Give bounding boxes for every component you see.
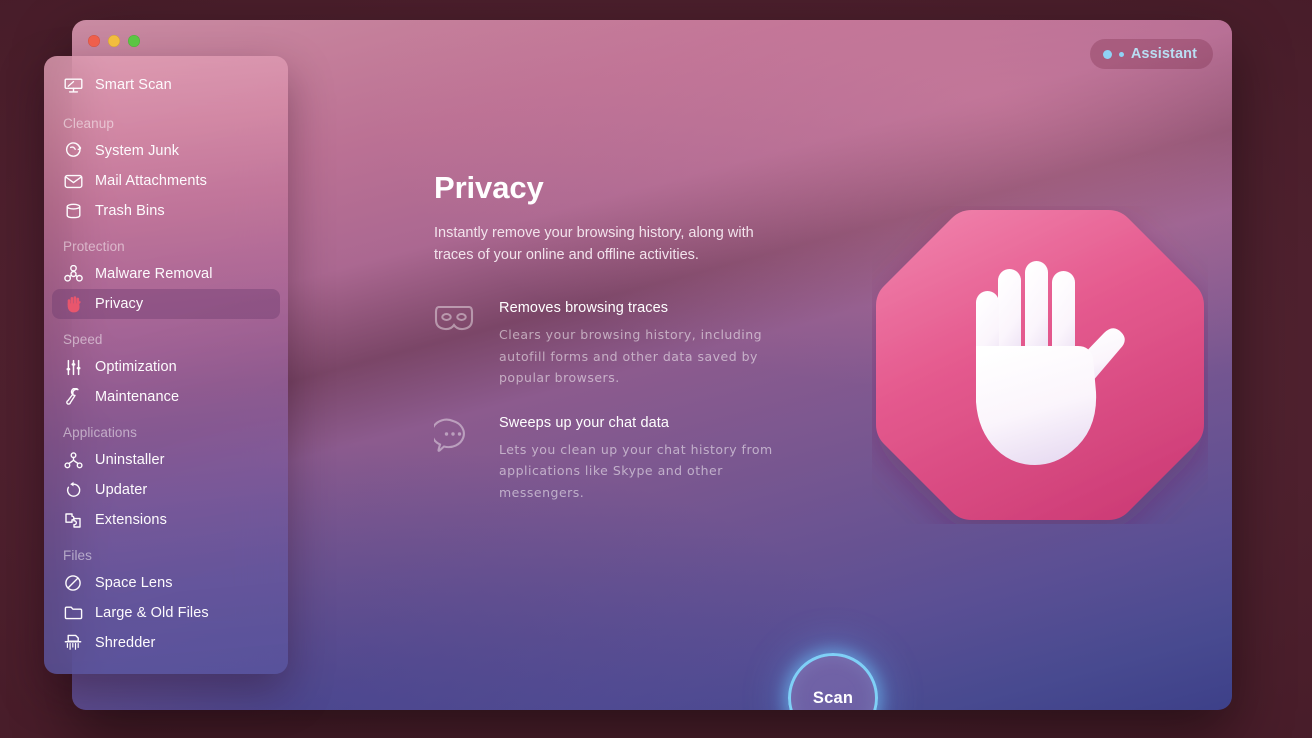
desktop-background: Assistant Privacy Instantly remove your … (0, 0, 1312, 738)
sidebar-item-shredder[interactable]: Shredder (52, 628, 280, 658)
sidebar-item-label: Updater (95, 482, 148, 498)
sliders-icon (62, 357, 84, 377)
sidebar-item-label: Privacy (95, 296, 144, 312)
page-subtitle: Instantly remove your browsing history, … (434, 225, 754, 264)
sidebar-item-label: Space Lens (95, 575, 173, 591)
broom-icon (62, 141, 84, 161)
sidebar-item-label: Smart Scan (95, 77, 172, 93)
main-content: Privacy Instantly remove your browsing h… (434, 170, 854, 529)
sidebar-item-mail-attachments[interactable]: Mail Attachments (52, 166, 280, 196)
maximize-button[interactable] (128, 35, 140, 47)
sidebar-section-protection: Protection (63, 239, 125, 254)
traffic-lights (88, 35, 140, 47)
sidebar-item-system-junk[interactable]: System Junk (52, 136, 280, 166)
feature-title: Removes browsing traces (499, 300, 669, 317)
sidebar: Smart Scan Cleanup System Junk Mail Atta… (44, 56, 288, 674)
sidebar-section-files: Files (63, 548, 93, 563)
app-nodes-icon (62, 450, 84, 470)
hand-icon (62, 294, 84, 314)
feature-item: Sweeps up your chat data Lets you clean … (434, 415, 854, 504)
sidebar-section-applications: Applications (63, 425, 137, 440)
assistant-dot-large-icon (1102, 49, 1112, 59)
page-title: Privacy (434, 170, 544, 205)
shredder-icon (62, 633, 84, 653)
sidebar-items-list: Smart Scan Cleanup System Junk Mail Atta… (44, 56, 288, 668)
monitor-icon (62, 75, 84, 95)
sidebar-item-label: Maintenance (95, 389, 180, 405)
minimize-button[interactable] (108, 35, 120, 47)
sidebar-item-label: Uninstaller (95, 452, 165, 468)
sidebar-item-label: Large & Old Files (95, 605, 209, 621)
feature-title: Sweeps up your chat data (499, 414, 670, 431)
sidebar-item-malware-removal[interactable]: Malware Removal (52, 259, 280, 289)
sidebar-section-speed: Speed (63, 332, 103, 347)
sidebar-section-cleanup: Cleanup (63, 116, 114, 131)
sidebar-item-updater[interactable]: Updater (52, 475, 280, 505)
sidebar-item-label: Malware Removal (95, 266, 213, 282)
sidebar-item-label: Shredder (95, 635, 156, 651)
circle-slash-icon (62, 573, 84, 593)
sidebar-item-trash-bins[interactable]: Trash Bins (52, 196, 280, 226)
stop-hand-octagon-icon (872, 206, 1208, 524)
assistant-label: Assistant (1130, 46, 1197, 62)
feature-description: Lets you clean up your chat history from… (499, 441, 773, 500)
wrench-icon (62, 387, 84, 407)
sidebar-item-label: Mail Attachments (95, 173, 208, 189)
assistant-dot-small-icon (1118, 51, 1124, 57)
folder-icon (62, 603, 84, 623)
scan-label: Scan (812, 688, 854, 707)
sidebar-item-smart-scan[interactable]: Smart Scan (52, 70, 280, 100)
refresh-arrow-icon (62, 480, 84, 500)
sidebar-item-label: Extensions (95, 512, 167, 528)
envelope-icon (62, 171, 84, 191)
sidebar-item-optimization[interactable]: Optimization (52, 352, 280, 382)
sidebar-item-label: System Junk (95, 143, 180, 159)
sidebar-item-uninstaller[interactable]: Uninstaller (52, 445, 280, 475)
sidebar-item-label: Optimization (95, 359, 177, 375)
feature-item: Removes browsing traces Clears your brow… (434, 300, 854, 389)
trash-bin-icon (62, 201, 84, 221)
feature-description: Clears your browsing history, including … (499, 327, 763, 386)
sidebar-item-label: Trash Bins (95, 203, 165, 219)
mask-icon (434, 300, 476, 389)
close-button[interactable] (88, 35, 100, 47)
biohazard-icon (62, 264, 84, 284)
sidebar-item-space-lens[interactable]: Space Lens (52, 568, 280, 598)
scan-button[interactable]: Scan (788, 653, 878, 710)
sidebar-item-privacy[interactable]: Privacy (52, 289, 280, 319)
assistant-button[interactable]: Assistant (1089, 39, 1213, 69)
chat-bubble-icon (434, 415, 476, 504)
sidebar-item-large-and-old-files[interactable]: Large & Old Files (52, 598, 280, 628)
sidebar-item-extensions[interactable]: Extensions (52, 505, 280, 535)
sidebar-item-maintenance[interactable]: Maintenance (52, 382, 280, 412)
puzzle-piece-icon (62, 510, 84, 530)
